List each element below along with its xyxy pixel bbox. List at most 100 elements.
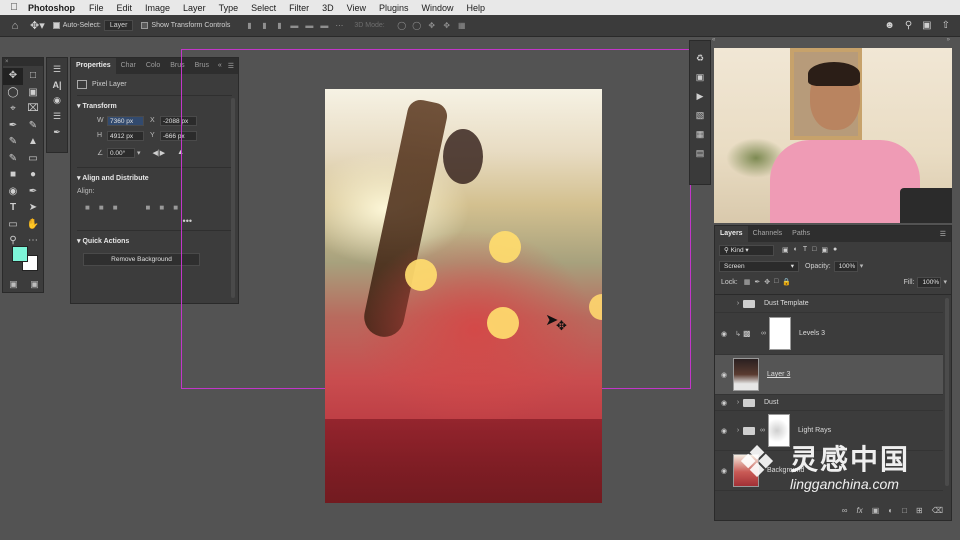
height-field[interactable]: 4912 px — [107, 130, 144, 141]
align-bottom-icon[interactable]: ▬ — [319, 21, 329, 31]
adjustments-icon[interactable]: ☰ — [53, 64, 61, 75]
crop-tool-icon[interactable]: ⌖ — [3, 101, 23, 118]
expand-arrow-icon[interactable]: › — [733, 427, 743, 434]
layer-row-dust[interactable]: ◉ › Dust — [715, 395, 943, 411]
notes-icon[interactable]: ▤ — [696, 148, 705, 159]
marquee-tool-icon[interactable]: □ — [23, 68, 43, 85]
history-icon[interactable]: ▣ — [696, 72, 705, 83]
gradient-tool-icon[interactable]: ■ — [3, 167, 23, 184]
healing-tool-icon[interactable]: ✎ — [23, 118, 43, 135]
filter-shape-icon[interactable]: □ — [812, 246, 816, 254]
menu-window[interactable]: Window — [422, 3, 454, 13]
flip-horizontal-icon[interactable]: ◀|▶ — [153, 149, 166, 157]
filter-toggle-icon[interactable]: ● — [833, 246, 837, 254]
lock-all-icon[interactable]: 🔒 — [782, 278, 791, 286]
menu-help[interactable]: Help — [467, 3, 486, 13]
move-tool-icon[interactable]: ✥▾ — [30, 19, 45, 32]
angle-field[interactable]: 0.00° — [107, 147, 135, 158]
lasso-tool-icon[interactable]: ◯ — [3, 85, 23, 102]
fill-dropdown-icon[interactable]: ▾ — [943, 278, 947, 286]
actions-icon[interactable]: ▶ — [697, 91, 704, 102]
workspace-icon[interactable]: ▣ — [922, 20, 931, 31]
filter-adjustment-icon[interactable]: ◐ — [794, 246, 798, 254]
opacity-field[interactable]: 100% — [833, 260, 858, 272]
tab-paths[interactable]: Paths — [787, 226, 815, 242]
3d-drag-icon[interactable]: ✥ — [427, 21, 437, 31]
tab-layers[interactable]: Layers — [715, 226, 748, 242]
menu-layer[interactable]: Layer — [183, 3, 206, 13]
link-layers-icon[interactable]: ∞ — [842, 506, 848, 520]
auto-select-checkbox[interactable] — [52, 22, 60, 29]
right-expand-icon[interactable]: » — [947, 37, 952, 43]
tab-character[interactable]: Char — [116, 58, 141, 74]
expand-arrow-icon[interactable]: › — [733, 300, 743, 307]
type-tool-icon[interactable]: T — [3, 200, 23, 217]
pen-tool-icon[interactable]: ✒ — [23, 184, 43, 201]
right-collapse-icon[interactable]: « — [712, 37, 715, 43]
quick-mask-icon[interactable]: ▣ — [9, 279, 18, 290]
angle-dropdown-icon[interactable]: ▾ — [137, 149, 141, 157]
auto-select-dropdown[interactable]: Layer — [103, 20, 134, 31]
lock-pixels-icon[interactable]: ✒ — [754, 278, 760, 286]
align-bottom-edges-icon[interactable]: ■ — [173, 203, 178, 212]
object-select-tool-icon[interactable]: ▣ — [23, 85, 43, 102]
tab-color[interactable]: Colo — [141, 58, 165, 74]
show-transform-checkbox[interactable] — [141, 22, 149, 29]
more-options-icon[interactable]: ⋯ — [334, 21, 344, 31]
apple-icon[interactable]:  — [0, 2, 28, 13]
search-icon[interactable]: ⚲ — [905, 20, 912, 31]
align-left-edges-icon[interactable]: ■ — [85, 203, 90, 212]
lock-transparent-icon[interactable]: ▦ — [744, 278, 751, 286]
layer-thumbnail[interactable] — [733, 358, 759, 391]
3d-orbit-icon[interactable]: ◯ — [397, 21, 407, 31]
menu-plugins[interactable]: Plugins — [379, 3, 409, 13]
menu-image[interactable]: Image — [145, 3, 170, 13]
foreground-color-swatch[interactable] — [12, 246, 28, 262]
align-right-edges-icon[interactable]: ■ — [113, 203, 118, 212]
menu-filter[interactable]: Filter — [289, 3, 309, 13]
align-vertical-centers-icon[interactable]: ■ — [159, 203, 164, 212]
layer-row-levels-3[interactable]: ◉ ↳ ▩ ∞ Levels 3 — [715, 313, 943, 355]
new-layer-icon[interactable]: ⊞ — [916, 506, 923, 520]
menu-view[interactable]: View — [347, 3, 366, 13]
3d-scale-icon[interactable]: ▦ — [457, 21, 467, 31]
align-right-icon[interactable]: ▮ — [274, 21, 284, 31]
3d-slide-icon[interactable]: ✥ — [442, 21, 452, 31]
tab-properties[interactable]: Properties — [71, 58, 116, 74]
align-center-icon[interactable]: ▮ — [259, 21, 269, 31]
visibility-eye-icon[interactable]: ◉ — [715, 330, 733, 338]
blend-mode-dropdown[interactable]: Screen ▾ — [719, 260, 799, 272]
menu-select[interactable]: Select — [251, 3, 276, 13]
rectangle-tool-icon[interactable]: ▭ — [3, 217, 23, 234]
frame-tool-icon[interactable]: ⌧ — [23, 101, 43, 118]
screen-mode-icon[interactable]: ▣ — [30, 279, 39, 290]
delete-layer-icon[interactable]: ⌫ — [932, 506, 943, 520]
layer-row-dust-template[interactable]: › Dust Template — [715, 295, 943, 313]
visibility-eye-icon[interactable]: ◉ — [715, 371, 733, 379]
filter-pixel-icon[interactable]: ▣ — [782, 246, 789, 254]
brush-settings-icon[interactable]: ☰ — [53, 111, 61, 122]
new-adjustment-icon[interactable]: ◐ — [888, 506, 893, 520]
path-select-tool-icon[interactable]: ➤ — [23, 200, 43, 217]
add-mask-icon[interactable]: ▣ — [872, 506, 880, 520]
share-icon[interactable]: ☻ — [884, 20, 895, 31]
libraries-icon[interactable]: ♻ — [696, 53, 704, 64]
brushes-icon[interactable]: ✒ — [53, 127, 61, 138]
menu-3d[interactable]: 3D — [322, 3, 334, 13]
swatches-icon[interactable]: ▦ — [696, 129, 705, 140]
tools-panel-header[interactable]: × — [3, 58, 43, 66]
opacity-dropdown-icon[interactable]: ▾ — [860, 262, 864, 270]
layer-row-layer-3[interactable]: ◉ Layer 3 — [715, 355, 943, 395]
menu-type[interactable]: Type — [219, 3, 239, 13]
hand-tool-icon[interactable]: ✋ — [23, 217, 43, 234]
menu-edit[interactable]: Edit — [117, 3, 133, 13]
align-horizontal-centers-icon[interactable]: ■ — [99, 203, 104, 212]
blur-tool-icon[interactable]: ● — [23, 167, 43, 184]
share-arrow-icon[interactable]: ⇧ — [942, 20, 950, 31]
align-top-edges-icon[interactable]: ■ — [146, 203, 151, 212]
stamp-tool-icon[interactable]: ▲ — [23, 134, 43, 151]
lock-position-icon[interactable]: ✥ — [764, 278, 770, 286]
move-tool-icon[interactable]: ✥ — [3, 68, 23, 85]
home-icon[interactable]: ⌂ — [0, 20, 30, 32]
expand-arrow-icon[interactable]: › — [733, 399, 743, 406]
